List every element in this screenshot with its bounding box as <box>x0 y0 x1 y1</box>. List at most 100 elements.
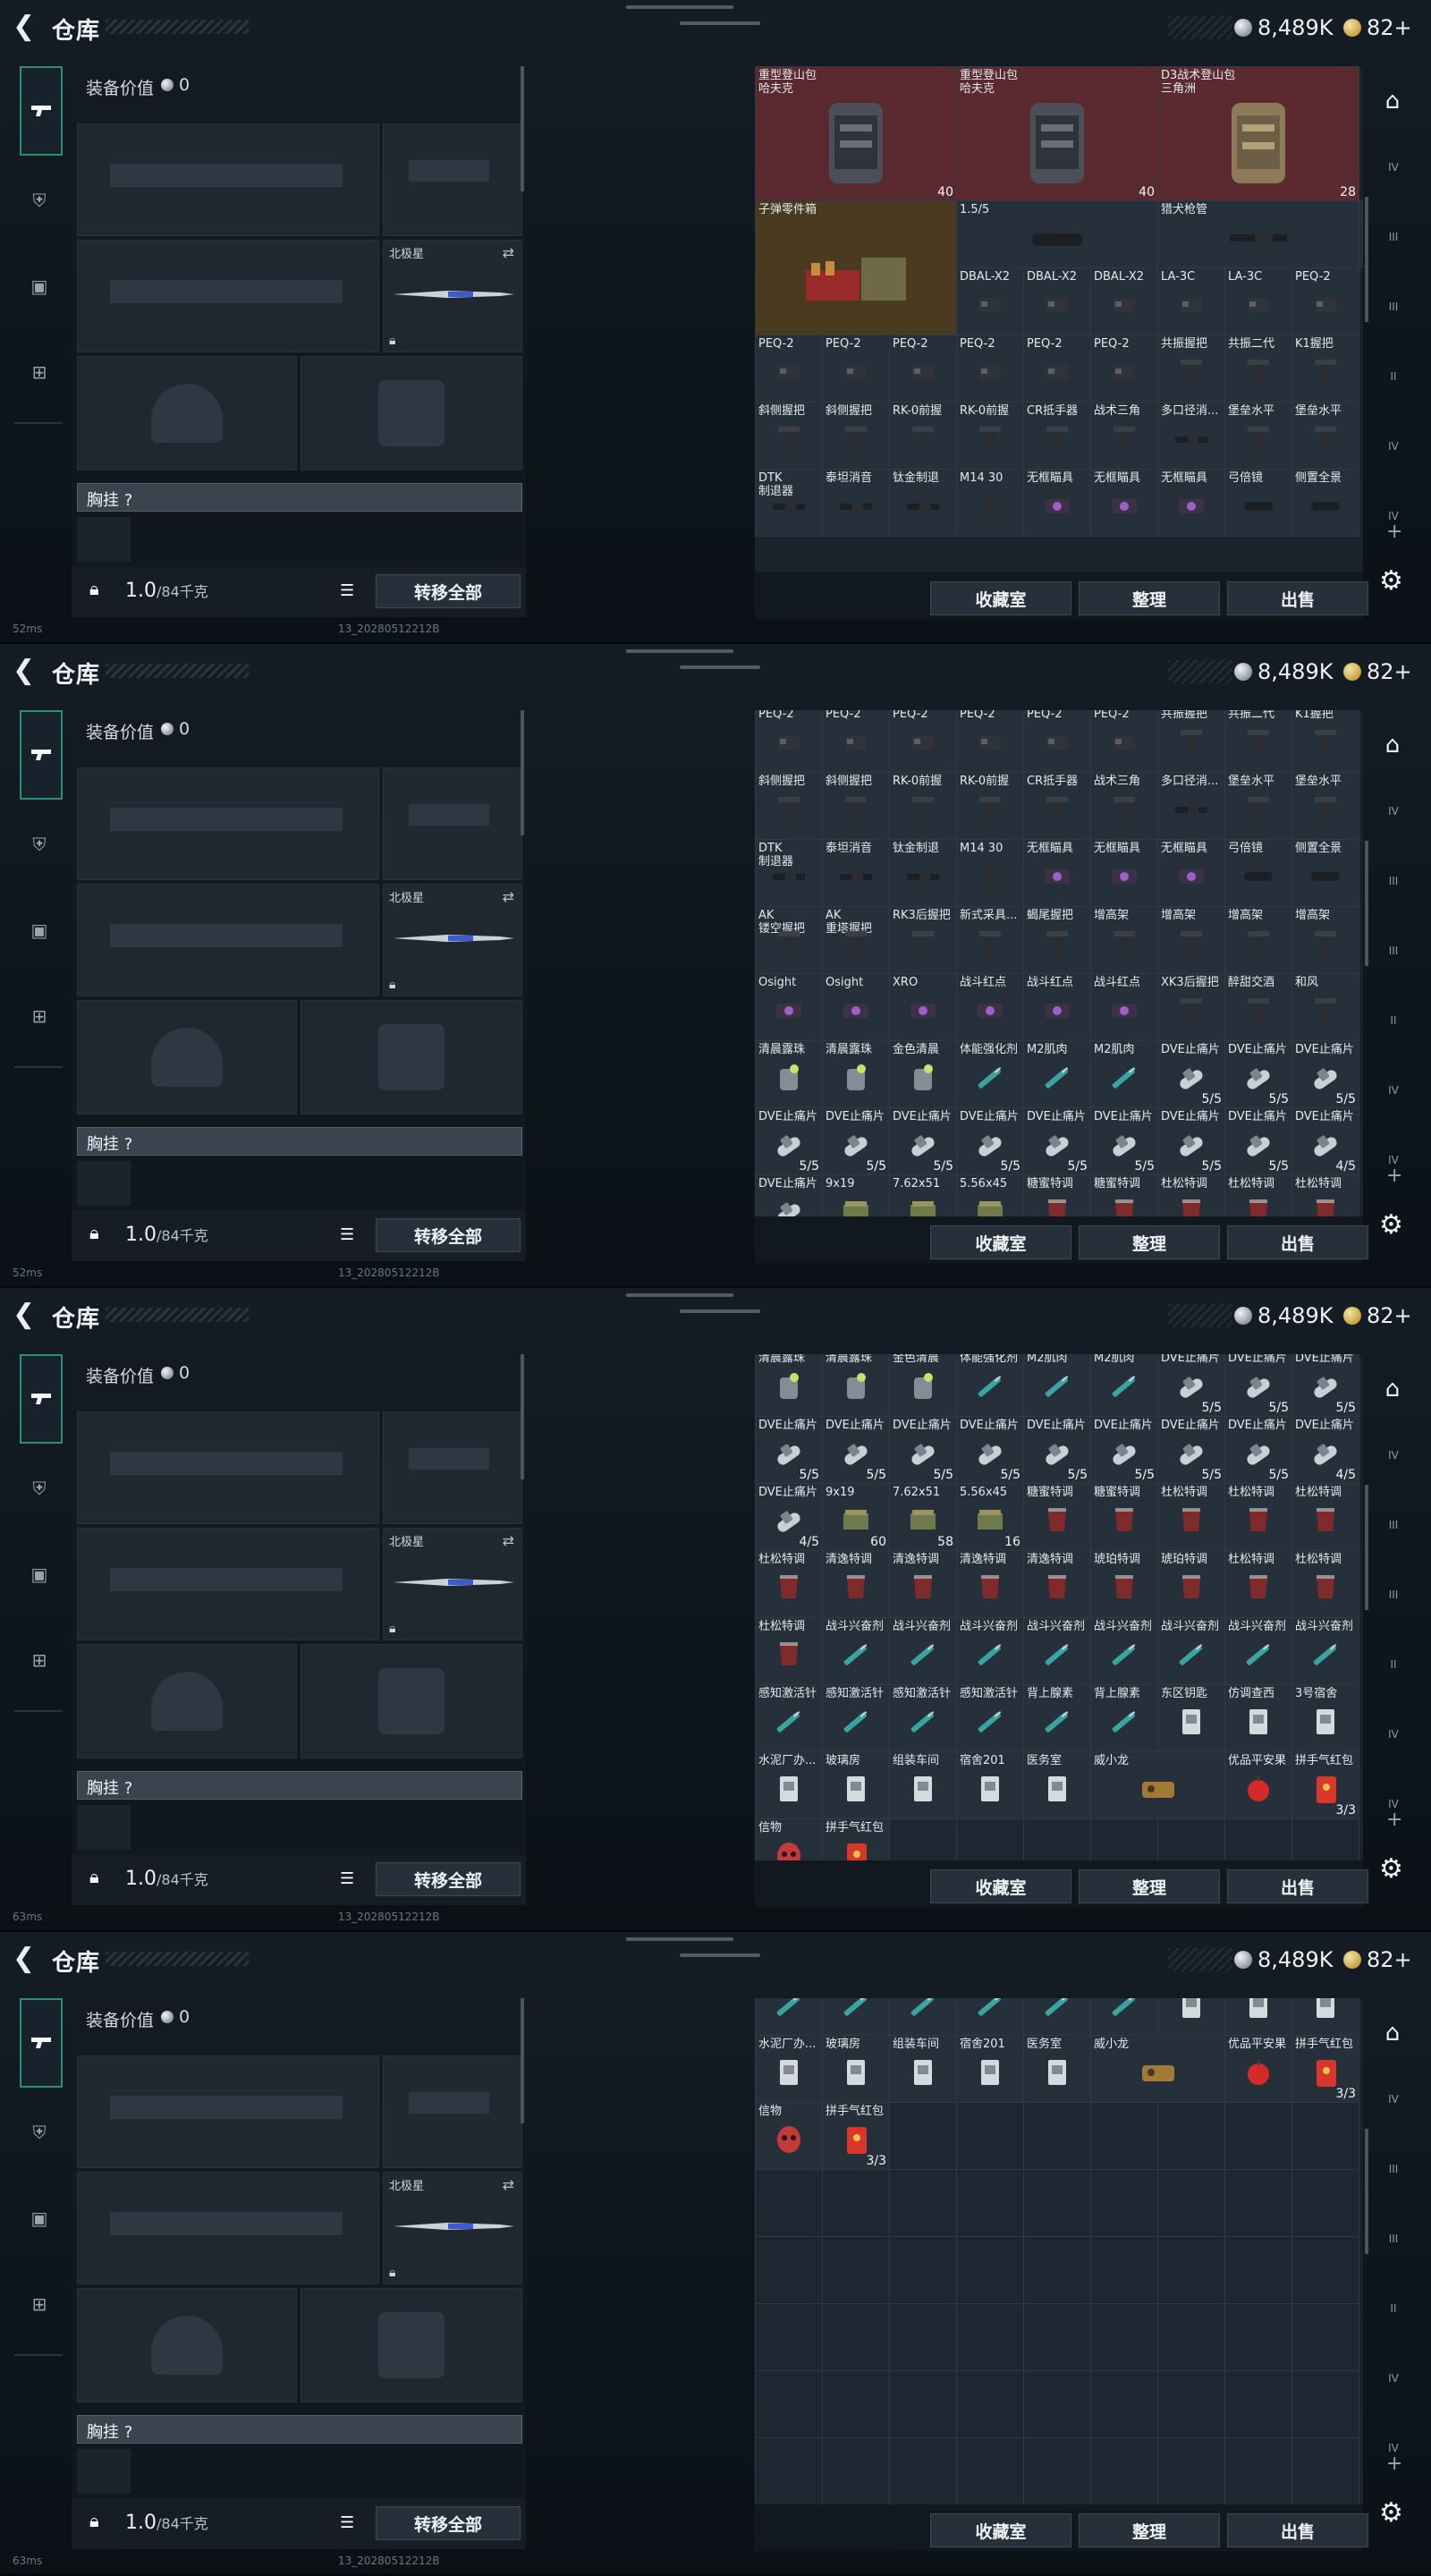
inventory-item[interactable]: 水泥厂办... <box>755 1751 823 1819</box>
inventory-item[interactable] <box>1224 2102 1292 2170</box>
inventory-item[interactable]: 侧置全景 <box>1291 839 1359 907</box>
inventory-item[interactable] <box>1023 1818 1091 1860</box>
inventory-item[interactable]: 7.62x51 58 <box>889 1483 957 1551</box>
inventory-item[interactable]: 增高架 <box>1224 906 1292 974</box>
silver-currency[interactable]: 8,489K <box>1234 658 1333 685</box>
helmet-slot[interactable] <box>77 1000 297 1114</box>
inventory-item[interactable]: DVE止痛片 5/5 <box>1224 1107 1292 1175</box>
inventory-item[interactable]: 共振握把 <box>1157 335 1225 402</box>
inventory-item[interactable]: PEQ-2 <box>1090 335 1158 402</box>
inventory-item[interactable]: 金色清晨 <box>889 1040 957 1108</box>
empty-slot[interactable] <box>755 2169 823 2237</box>
inventory-item[interactable]: 拼手气红包 3/3 <box>1291 2035 1359 2103</box>
inventory-item[interactable]: RK-0前握 <box>889 772 957 840</box>
inventory-item[interactable] <box>1090 1818 1158 1860</box>
silver-currency[interactable]: 8,489K <box>1234 14 1333 41</box>
empty-slot[interactable] <box>822 2236 890 2304</box>
inventory-item[interactable] <box>1291 1818 1359 1860</box>
back-arrow-icon[interactable]: ❮ <box>13 655 43 687</box>
inventory-item[interactable]: 猎犬枪管 <box>1157 200 1359 268</box>
empty-slot[interactable] <box>889 2437 957 2504</box>
swap-icon[interactable]: ⇄ <box>503 888 514 905</box>
inventory-item[interactable]: DVE止痛片 5/5 <box>1023 1416 1091 1484</box>
inventory-item[interactable]: 背上腺素 <box>1090 1684 1158 1752</box>
inventory-item[interactable]: 清逸特调 <box>1023 1550 1091 1618</box>
nav-armor-tab[interactable]: ⛨ <box>20 1469 59 1508</box>
inventory-item[interactable]: 战术三角 <box>1090 402 1158 470</box>
empty-slot[interactable] <box>889 2236 957 2304</box>
inventory-item[interactable]: 糖蜜特调 <box>1023 1174 1091 1216</box>
empty-slot[interactable] <box>1023 2370 1091 2438</box>
storage-tab[interactable]: III <box>1376 875 1411 902</box>
inventory-item[interactable]: 威小龙 <box>1090 2035 1225 2103</box>
inventory-item[interactable]: 战斗兴奋剂 <box>822 1617 890 1685</box>
inventory-item[interactable]: AK 镂空握把 <box>755 906 823 974</box>
helmet-slot[interactable] <box>77 2288 297 2402</box>
nav-container-tab[interactable]: ▣ <box>20 911 59 950</box>
inventory-item[interactable]: 斜侧握把 <box>822 402 890 470</box>
empty-slot[interactable] <box>1291 2303 1359 2371</box>
inventory-item[interactable]: 共振握把 <box>1157 710 1225 773</box>
add-tab-icon[interactable]: + <box>1386 1165 1402 1187</box>
sell-button[interactable]: 出售 <box>1227 1225 1368 1259</box>
inventory-item[interactable]: PEQ-2 <box>755 335 823 402</box>
silver-currency[interactable]: 8,489K <box>1234 1302 1333 1329</box>
empty-slot[interactable] <box>1023 2236 1091 2304</box>
inventory-item[interactable]: PEQ-2 <box>1023 335 1091 402</box>
inventory-item[interactable]: PEQ-2 <box>1023 710 1091 773</box>
storage-tab[interactable]: IV <box>1376 1084 1411 1111</box>
empty-slot[interactable] <box>1224 2370 1292 2438</box>
inventory-item[interactable]: 医务室 <box>1023 1751 1091 1819</box>
pistol-slot[interactable] <box>383 1411 522 1524</box>
secondary-weapon-slot[interactable] <box>77 240 379 352</box>
pistol-slot[interactable] <box>383 767 522 880</box>
chest-rig-slot[interactable]: 胸挂 ? <box>77 483 522 512</box>
nav-weapons-tab[interactable] <box>20 66 63 156</box>
empty-slot[interactable] <box>755 2437 823 2504</box>
storage-tab[interactable]: IV <box>1376 2372 1411 2399</box>
inventory-item[interactable]: 玻璃房 <box>822 1751 890 1819</box>
primary-weapon-slot[interactable] <box>77 1411 379 1524</box>
nav-armor-tab[interactable]: ⛨ <box>20 825 59 864</box>
empty-slot[interactable] <box>956 2303 1024 2371</box>
inventory-item[interactable]: DTK 制退器 <box>755 839 823 907</box>
empty-slot[interactable] <box>1224 2169 1292 2237</box>
collection-button[interactable]: 收藏室 <box>930 581 1071 615</box>
transfer-all-button[interactable]: 转移全部 <box>376 1862 521 1896</box>
inventory-item[interactable]: RK-0前握 <box>889 402 957 470</box>
inventory-item[interactable]: DVE止痛片 <box>755 1174 823 1216</box>
storage-tab[interactable]: III <box>1376 2233 1411 2259</box>
empty-slot[interactable] <box>889 2169 957 2237</box>
inventory-item[interactable]: XK3后握把 <box>1157 973 1225 1041</box>
inventory-item[interactable]: 清晨露珠 <box>822 1040 890 1108</box>
empty-slot[interactable] <box>1157 2437 1225 2504</box>
storage-tab[interactable]: II <box>1376 1658 1411 1685</box>
inventory-item[interactable]: 清晨露珠 <box>755 1040 823 1108</box>
inventory-item[interactable] <box>889 2102 957 2170</box>
inventory-item[interactable]: PEQ-2 <box>822 710 890 773</box>
pistol-slot[interactable] <box>383 123 522 236</box>
inventory-item[interactable]: 战斗兴奋剂 <box>1023 1617 1091 1685</box>
inventory-item[interactable]: 优品平安果 <box>1224 1751 1292 1819</box>
sort-button[interactable]: 整理 <box>1079 1225 1220 1259</box>
inventory-item[interactable]: 1.5/5 <box>956 200 1158 268</box>
back-arrow-icon[interactable]: ❮ <box>13 11 43 43</box>
gold-currency[interactable]: 82+ <box>1343 658 1412 685</box>
inventory-item[interactable]: PEQ-2 <box>889 710 957 773</box>
inventory-item[interactable]: 感知激活针 <box>755 1998 823 2036</box>
inventory-item[interactable]: 宿舍201 <box>956 1751 1024 1819</box>
melee-slot[interactable]: 北极星 ⇄ 🔒︎ <box>383 240 522 352</box>
empty-slot[interactable] <box>1157 2370 1225 2438</box>
inventory-item[interactable]: 东区钥匙 <box>1157 1998 1225 2036</box>
empty-slot[interactable] <box>889 2303 957 2371</box>
empty-slot[interactable] <box>1090 2370 1158 2438</box>
inventory-item[interactable]: 战斗红点 <box>1090 973 1158 1041</box>
inventory-item[interactable]: 清逸特调 <box>956 1550 1024 1618</box>
nav-armor-tab[interactable]: ⛨ <box>20 181 59 220</box>
inventory-item[interactable]: M14 30 <box>956 839 1024 907</box>
inventory-item[interactable]: 增高架 <box>1157 906 1225 974</box>
armor-slot[interactable] <box>301 356 522 470</box>
inventory-item[interactable]: PEQ-2 <box>1090 710 1158 773</box>
nav-container-tab[interactable]: ▣ <box>20 1555 59 1594</box>
inventory-item[interactable]: 琥珀特调 <box>1090 1550 1158 1618</box>
